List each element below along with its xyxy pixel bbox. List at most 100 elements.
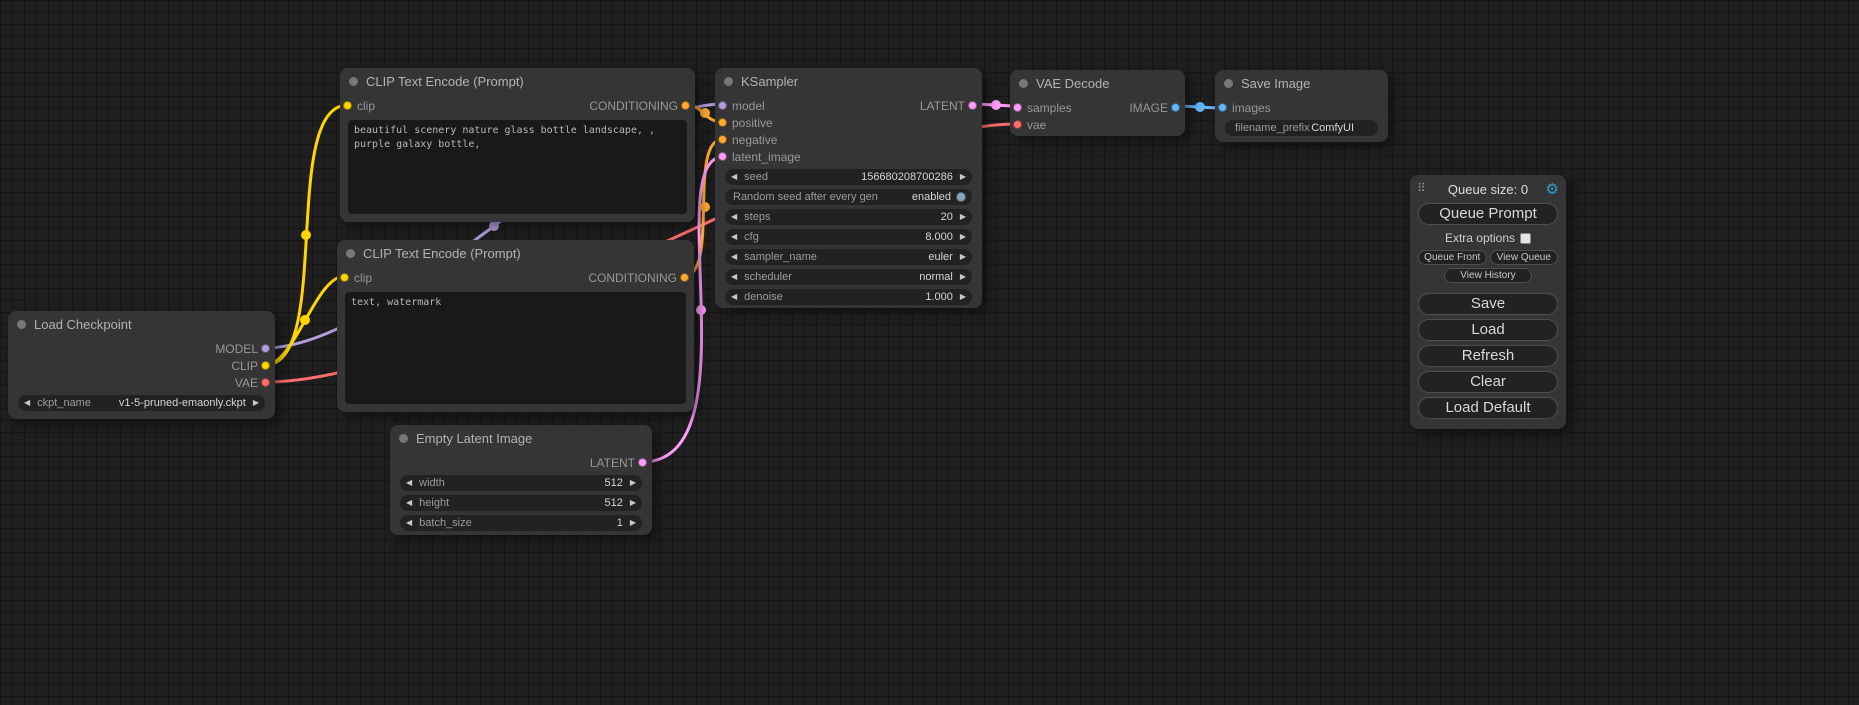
arrow-left-icon[interactable]: ◀	[406, 479, 412, 487]
node-save-image[interactable]: Save Image images filename_prefix ComfyU…	[1215, 70, 1388, 142]
arrow-left-icon[interactable]: ◀	[731, 293, 737, 301]
output-slot-latent[interactable]	[638, 458, 647, 467]
widget-cfg[interactable]: ◀ cfg 8.000 ▶	[725, 229, 972, 245]
positive-prompt-textarea[interactable]: beautiful scenery nature glass bottle la…	[348, 120, 687, 214]
input-slot-positive[interactable]	[718, 118, 727, 127]
widget-steps[interactable]: ◀ steps 20 ▶	[725, 209, 972, 225]
widget-denoise[interactable]: ◀ denoise 1.000 ▶	[725, 289, 972, 305]
node-ksampler[interactable]: KSampler model positive negative lat	[715, 68, 982, 308]
link-clip-to-negative	[265, 276, 345, 365]
collapse-dot-icon[interactable]	[17, 320, 26, 329]
output-slot-model[interactable]	[261, 344, 270, 353]
save-button[interactable]: Save	[1418, 293, 1558, 315]
input-slot-latent-image[interactable]	[718, 152, 727, 161]
arrow-left-icon[interactable]: ◀	[406, 519, 412, 527]
widget-label: seed	[744, 171, 768, 183]
negative-prompt-textarea[interactable]: text, watermark	[345, 292, 686, 404]
node-title-bar[interactable]: Empty Latent Image	[390, 425, 652, 451]
widget-value: euler	[928, 251, 952, 263]
arrow-left-icon[interactable]: ◀	[731, 253, 737, 261]
view-queue-button[interactable]: View Queue	[1490, 250, 1559, 265]
queue-prompt-button[interactable]: Queue Prompt	[1418, 203, 1558, 225]
node-clip-text-encode-negative[interactable]: CLIP Text Encode (Prompt) clip CONDITION…	[337, 240, 694, 412]
collapse-dot-icon[interactable]	[399, 434, 408, 443]
widget-batch-size[interactable]: ◀ batch_size 1 ▶	[400, 515, 642, 531]
input-slot-model[interactable]	[718, 101, 727, 110]
output-slot-conditioning[interactable]	[680, 273, 689, 282]
input-slot-images[interactable]	[1218, 103, 1227, 112]
output-slot-vae[interactable]	[261, 378, 270, 387]
collapse-dot-icon[interactable]	[1224, 79, 1233, 88]
collapse-dot-icon[interactable]	[346, 249, 355, 258]
node-title-bar[interactable]: VAE Decode	[1010, 70, 1185, 96]
node-title-bar[interactable]: Save Image	[1215, 70, 1388, 96]
arrow-right-icon[interactable]: ▶	[960, 173, 966, 181]
node-title: Save Image	[1241, 76, 1310, 91]
widget-ckpt-name[interactable]: ◀ ckpt_name v1-5-pruned-emaonly.ckpt ▶	[18, 395, 265, 411]
output-slot-image[interactable]	[1171, 103, 1180, 112]
arrow-right-icon[interactable]: ▶	[630, 499, 636, 507]
extra-options-label: Extra options	[1445, 231, 1515, 245]
refresh-button[interactable]: Refresh	[1418, 345, 1558, 367]
node-vae-decode[interactable]: VAE Decode samples vae IMAGE	[1010, 70, 1185, 136]
collapse-dot-icon[interactable]	[349, 77, 358, 86]
output-slot-clip[interactable]	[261, 361, 270, 370]
arrow-right-icon[interactable]: ▶	[960, 213, 966, 221]
node-clip-text-encode-positive[interactable]: CLIP Text Encode (Prompt) clip CONDITION…	[340, 68, 695, 222]
arrow-right-icon[interactable]: ▶	[960, 273, 966, 281]
slot-label-latent-image: latent_image	[715, 150, 801, 164]
link-midpoint-dot	[489, 221, 499, 231]
widget-seed[interactable]: ◀ seed 156680208700286 ▶	[725, 169, 972, 185]
arrow-left-icon[interactable]: ◀	[731, 173, 737, 181]
widget-height[interactable]: ◀ height 512 ▶	[400, 495, 642, 511]
load-button[interactable]: Load	[1418, 319, 1558, 341]
widget-width[interactable]: ◀ width 512 ▶	[400, 475, 642, 491]
arrow-left-icon[interactable]: ◀	[24, 399, 30, 407]
widget-control-after-generate[interactable]: Random seed after every gen enabled	[725, 189, 972, 205]
arrow-left-icon[interactable]: ◀	[731, 273, 737, 281]
node-title-bar[interactable]: CLIP Text Encode (Prompt)	[340, 68, 695, 94]
view-history-button[interactable]: View History	[1444, 268, 1532, 283]
node-title: KSampler	[741, 74, 798, 89]
arrow-right-icon[interactable]: ▶	[960, 253, 966, 261]
node-title: Load Checkpoint	[34, 317, 132, 332]
input-slot-clip[interactable]	[340, 273, 349, 282]
arrow-left-icon[interactable]: ◀	[406, 499, 412, 507]
arrow-right-icon[interactable]: ▶	[630, 519, 636, 527]
arrow-right-icon[interactable]: ▶	[253, 399, 259, 407]
input-slot-samples[interactable]	[1013, 103, 1022, 112]
node-load-checkpoint[interactable]: Load Checkpoint MODEL CLIP VAE ◀ ckpt_na…	[8, 311, 275, 419]
extra-options-checkbox[interactable]	[1520, 233, 1531, 244]
collapse-dot-icon[interactable]	[1019, 79, 1028, 88]
widget-filename-prefix[interactable]: filename_prefix ComfyUI	[1225, 120, 1378, 136]
load-default-button[interactable]: Load Default	[1418, 397, 1558, 419]
collapse-dot-icon[interactable]	[724, 77, 733, 86]
toggle-dot-icon[interactable]	[956, 192, 966, 202]
node-title-bar[interactable]: CLIP Text Encode (Prompt)	[337, 240, 694, 266]
slot-label-conditioning: CONDITIONING	[588, 271, 694, 285]
slot-label-conditioning: CONDITIONING	[589, 99, 695, 113]
input-slot-clip[interactable]	[343, 101, 352, 110]
node-title-bar[interactable]: Load Checkpoint	[8, 311, 275, 337]
arrow-right-icon[interactable]: ▶	[960, 293, 966, 301]
node-title-bar[interactable]: KSampler	[715, 68, 982, 94]
node-empty-latent-image[interactable]: Empty Latent Image LATENT ◀ width 512 ▶ …	[390, 425, 652, 535]
drag-handle-icon[interactable]: ⠿	[1417, 181, 1426, 195]
graph-canvas[interactable]: Load Checkpoint MODEL CLIP VAE ◀ ckpt_na…	[0, 0, 1859, 705]
input-slot-negative[interactable]	[718, 135, 727, 144]
widget-label: denoise	[744, 291, 783, 303]
settings-gear-icon[interactable]: ⚙	[1546, 180, 1559, 198]
output-slot-latent[interactable]	[968, 101, 977, 110]
widget-scheduler[interactable]: ◀ scheduler normal ▶	[725, 269, 972, 285]
link-clip-to-positive	[265, 105, 348, 365]
input-slot-vae[interactable]	[1013, 120, 1022, 129]
node-title: Empty Latent Image	[416, 431, 532, 446]
queue-front-button[interactable]: Queue Front	[1418, 250, 1487, 265]
clear-button[interactable]: Clear	[1418, 371, 1558, 393]
arrow-left-icon[interactable]: ◀	[731, 233, 737, 241]
output-slot-conditioning[interactable]	[681, 101, 690, 110]
arrow-right-icon[interactable]: ▶	[630, 479, 636, 487]
arrow-right-icon[interactable]: ▶	[960, 233, 966, 241]
widget-sampler-name[interactable]: ◀ sampler_name euler ▶	[725, 249, 972, 265]
arrow-left-icon[interactable]: ◀	[731, 213, 737, 221]
